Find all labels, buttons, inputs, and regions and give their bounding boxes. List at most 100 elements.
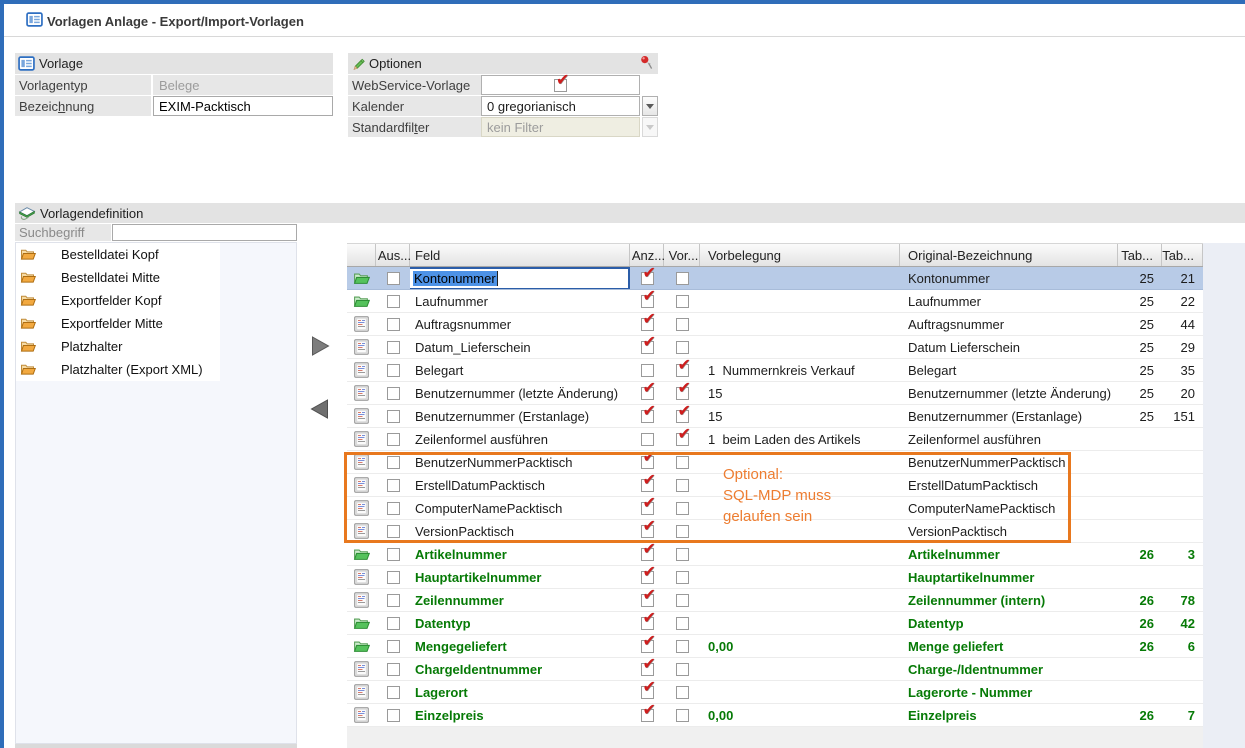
- column-header[interactable]: Tab...: [1118, 244, 1162, 266]
- vorbelegung-checkbox[interactable]: ✔: [676, 433, 689, 446]
- anzeigen-checkbox[interactable]: ✔: [641, 341, 654, 354]
- ausblenden-checkbox[interactable]: ✔: [387, 548, 400, 561]
- ausblenden-checkbox[interactable]: ✔: [387, 594, 400, 607]
- pushpin-icon[interactable]: [640, 55, 653, 74]
- bezeichnung-input[interactable]: EXIM-Packtisch: [153, 96, 333, 116]
- vorbelegung-checkbox[interactable]: ✔: [676, 663, 689, 676]
- anzeigen-checkbox[interactable]: ✔: [641, 548, 654, 561]
- anzeigen-checkbox[interactable]: ✔: [641, 617, 654, 630]
- folder-list-item[interactable]: Platzhalter (Export XML): [16, 358, 220, 381]
- ausblenden-checkbox[interactable]: ✔: [387, 433, 400, 446]
- move-right-button[interactable]: [309, 335, 331, 360]
- ausblenden-checkbox[interactable]: ✔: [387, 663, 400, 676]
- column-header[interactable]: Feld: [410, 244, 630, 266]
- anzeigen-checkbox[interactable]: ✔: [641, 410, 654, 423]
- field-edit-input[interactable]: Kontonummer: [410, 267, 630, 289]
- ausblenden-checkbox[interactable]: ✔: [387, 272, 400, 285]
- ausblenden-checkbox[interactable]: ✔: [387, 571, 400, 584]
- table-row[interactable]: ✔ Benutzernummer (Erstanlage) ✔ ✔ 15 Ben…: [347, 405, 1203, 428]
- anzeigen-checkbox[interactable]: ✔: [641, 525, 654, 538]
- table-row[interactable]: ✔ Zeilenformel ausführen ✔ ✔ 1 beim Lade…: [347, 428, 1203, 451]
- anzeigen-checkbox[interactable]: ✔: [641, 318, 654, 331]
- ausblenden-checkbox[interactable]: ✔: [387, 341, 400, 354]
- column-header[interactable]: Original-Bezeichnung: [900, 244, 1118, 266]
- column-header[interactable]: Vor...: [664, 244, 700, 266]
- ausblenden-checkbox[interactable]: ✔: [387, 640, 400, 653]
- vorbelegung-checkbox[interactable]: ✔: [676, 364, 689, 377]
- anzeigen-checkbox[interactable]: ✔: [641, 594, 654, 607]
- column-header[interactable]: Vorbelegung: [700, 244, 900, 266]
- search-input[interactable]: [112, 224, 297, 241]
- anzeigen-checkbox[interactable]: ✔: [641, 387, 654, 400]
- anzeigen-checkbox[interactable]: ✔: [641, 479, 654, 492]
- folder-list-item[interactable]: Exportfelder Mitte: [16, 312, 220, 335]
- anzeigen-checkbox[interactable]: ✔: [641, 640, 654, 653]
- vorbelegung-checkbox[interactable]: ✔: [676, 686, 689, 699]
- move-left-button[interactable]: [309, 398, 331, 423]
- anzeigen-checkbox[interactable]: ✔: [641, 663, 654, 676]
- anzeigen-checkbox[interactable]: ✔: [641, 686, 654, 699]
- ausblenden-checkbox[interactable]: ✔: [387, 617, 400, 630]
- ausblenden-checkbox[interactable]: ✔: [387, 479, 400, 492]
- vorbelegung-checkbox[interactable]: ✔: [676, 548, 689, 561]
- folder-list-item[interactable]: Bestelldatei Mitte: [16, 266, 220, 289]
- vorbelegung-checkbox[interactable]: ✔: [676, 571, 689, 584]
- table-row[interactable]: ✔ Laufnummer ✔ ✔ Laufnummer 25 22: [347, 290, 1203, 313]
- vorbelegung-checkbox[interactable]: ✔: [676, 525, 689, 538]
- table-row[interactable]: ✔ Hauptartikelnummer ✔ ✔ Hauptartikelnum…: [347, 566, 1203, 589]
- ausblenden-checkbox[interactable]: ✔: [387, 318, 400, 331]
- ausblenden-checkbox[interactable]: ✔: [387, 525, 400, 538]
- vorbelegung-checkbox[interactable]: ✔: [676, 341, 689, 354]
- table-row[interactable]: ✔ Belegart ✔ ✔ 1 Nummernkreis Verkauf Be…: [347, 359, 1203, 382]
- vorbelegung-checkbox[interactable]: ✔: [676, 594, 689, 607]
- folder-list-item[interactable]: Platzhalter: [16, 335, 220, 358]
- vorbelegung-checkbox[interactable]: ✔: [676, 617, 689, 630]
- table-row[interactable]: ✔ Zeilennummer ✔ ✔ Zeilennummer (intern)…: [347, 589, 1203, 612]
- kalender-dropdown[interactable]: 0 gregorianisch: [481, 96, 640, 116]
- column-header[interactable]: [347, 244, 376, 266]
- anzeigen-checkbox[interactable]: ✔: [641, 502, 654, 515]
- table-row[interactable]: ✔ Auftragsnummer ✔ ✔ Auftragsnummer 25 4…: [347, 313, 1203, 336]
- vorbelegung-checkbox[interactable]: ✔: [676, 387, 689, 400]
- vorbelegung-checkbox[interactable]: ✔: [676, 410, 689, 423]
- ausblenden-checkbox[interactable]: ✔: [387, 410, 400, 423]
- table-row[interactable]: ✔ Kontonummer ✔ ✔ Kontonummer 25 21: [347, 267, 1203, 290]
- vorbelegung-checkbox[interactable]: ✔: [676, 295, 689, 308]
- anzeigen-checkbox[interactable]: ✔: [641, 272, 654, 285]
- anzeigen-checkbox[interactable]: ✔: [641, 709, 654, 722]
- table-row[interactable]: ✔ Lagerort ✔ ✔ Lagerorte - Nummer: [347, 681, 1203, 704]
- ausblenden-checkbox[interactable]: ✔: [387, 295, 400, 308]
- table-row[interactable]: ✔ Artikelnummer ✔ ✔ Artikelnummer 26 3: [347, 543, 1203, 566]
- vorbelegung-checkbox[interactable]: ✔: [676, 456, 689, 469]
- column-header[interactable]: Aus...: [376, 244, 410, 266]
- kalender-dropdown-button[interactable]: [642, 96, 658, 116]
- anzeigen-checkbox[interactable]: ✔: [641, 364, 654, 377]
- anzeigen-checkbox[interactable]: ✔: [641, 295, 654, 308]
- folder-list-item[interactable]: Bestelldatei Kopf: [16, 243, 220, 266]
- ausblenden-checkbox[interactable]: ✔: [387, 686, 400, 699]
- column-header[interactable]: Tab...: [1162, 244, 1203, 266]
- vorbelegung-checkbox[interactable]: ✔: [676, 709, 689, 722]
- table-row[interactable]: ✔ ChargeIdentnummer ✔ ✔ Charge-/Identnum…: [347, 658, 1203, 681]
- vorbelegung-checkbox[interactable]: ✔: [676, 640, 689, 653]
- table-row[interactable]: ✔ Einzelpreis ✔ ✔ 0,00 Einzelpreis 26 7: [347, 704, 1203, 727]
- vorbelegung-checkbox[interactable]: ✔: [676, 502, 689, 515]
- folder-list-item[interactable]: Exportfelder Kopf: [16, 289, 220, 312]
- table-row[interactable]: ✔ Mengegeliefert ✔ ✔ 0,00 Menge geliefer…: [347, 635, 1203, 658]
- ausblenden-checkbox[interactable]: ✔: [387, 456, 400, 469]
- vorbelegung-checkbox[interactable]: ✔: [676, 318, 689, 331]
- table-row[interactable]: ✔ Datum_Lieferschein ✔ ✔ Datum Liefersch…: [347, 336, 1203, 359]
- vorbelegung-checkbox[interactable]: ✔: [676, 272, 689, 285]
- column-header[interactable]: Anz...: [630, 244, 664, 266]
- ausblenden-checkbox[interactable]: ✔: [387, 709, 400, 722]
- table-row[interactable]: ✔ Benutzernummer (letzte Änderung) ✔ ✔ 1…: [347, 382, 1203, 405]
- vorbelegung-checkbox[interactable]: ✔: [676, 479, 689, 492]
- ausblenden-checkbox[interactable]: ✔: [387, 364, 400, 377]
- ausblenden-checkbox[interactable]: ✔: [387, 502, 400, 515]
- anzeigen-checkbox[interactable]: ✔: [641, 433, 654, 446]
- ausblenden-checkbox[interactable]: ✔: [387, 387, 400, 400]
- webservice-checkbox[interactable]: ✔: [554, 79, 567, 92]
- table-row[interactable]: ✔ Datentyp ✔ ✔ Datentyp 26 42: [347, 612, 1203, 635]
- anzeigen-checkbox[interactable]: ✔: [641, 571, 654, 584]
- anzeigen-checkbox[interactable]: ✔: [641, 456, 654, 469]
